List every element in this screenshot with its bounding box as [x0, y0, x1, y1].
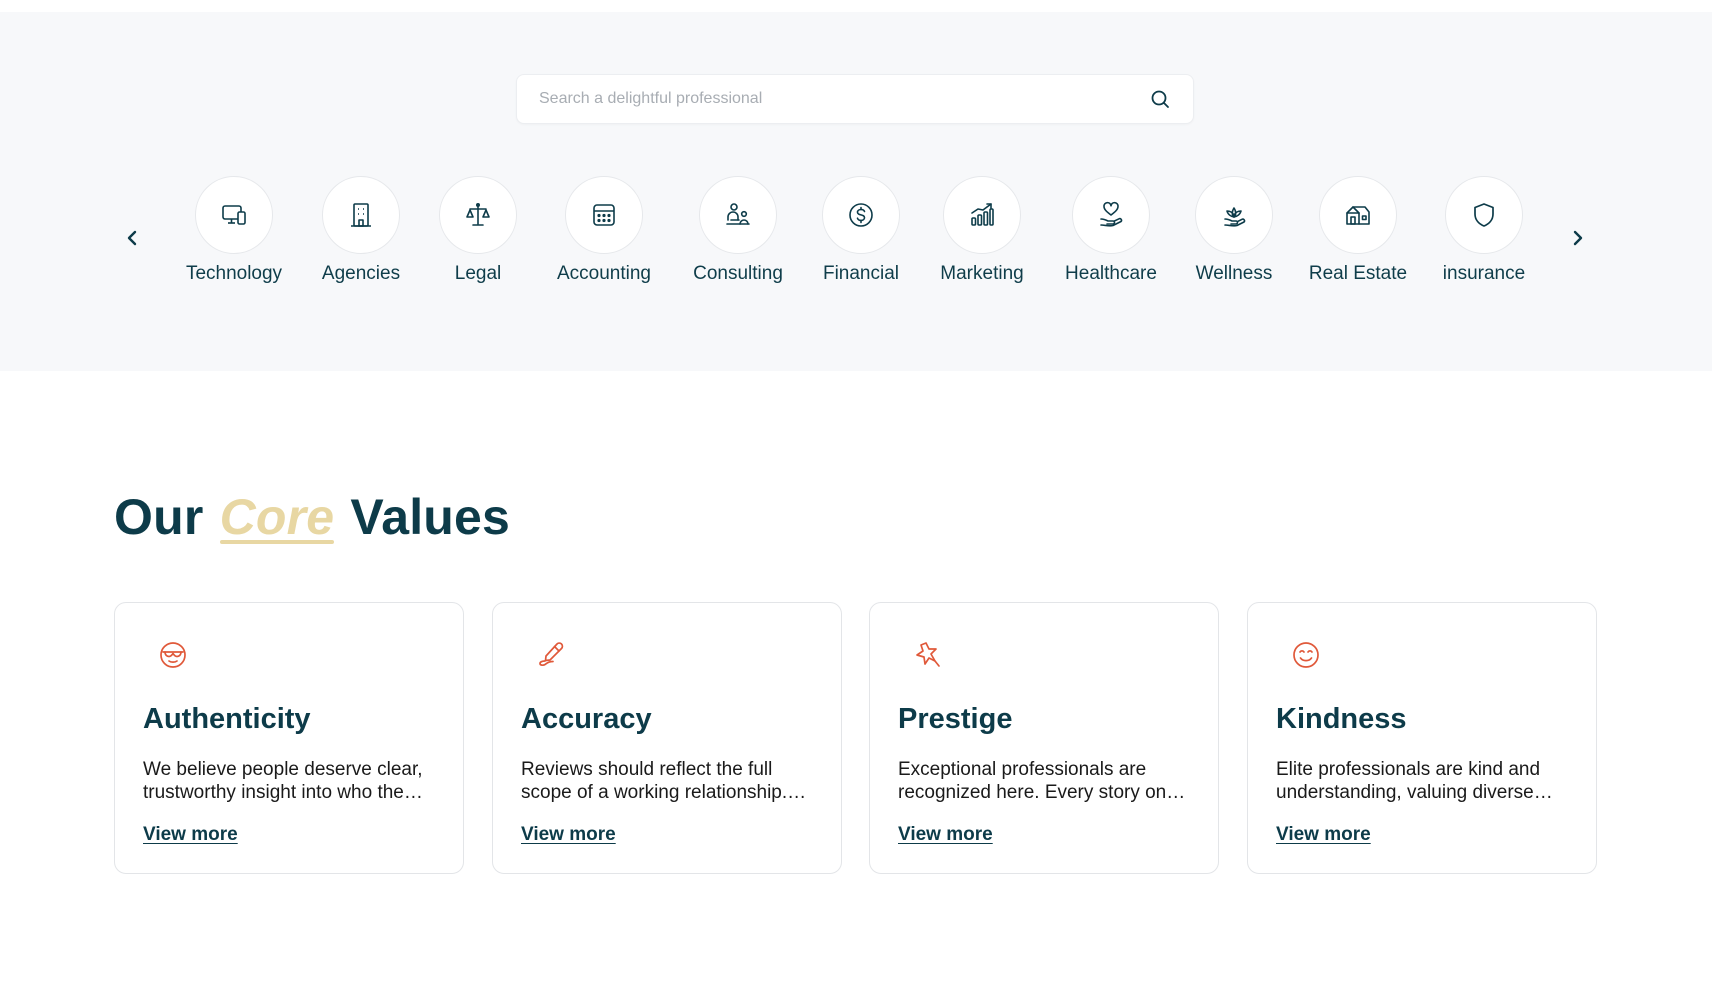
view-more-link[interactable]: View more [898, 824, 993, 846]
growth-chart-icon [971, 203, 994, 226]
category-wellness[interactable]: Wellness [1164, 176, 1304, 285]
category-accounting[interactable]: Accounting [534, 176, 674, 285]
value-card-kindness: Kindness Elite professionals are kind an… [1247, 602, 1597, 874]
card-title: Accuracy [521, 703, 652, 735]
value-card-prestige: Prestige Exceptional professionals are r… [869, 602, 1219, 874]
category-icon-circle [1445, 176, 1523, 254]
view-more-link[interactable]: View more [1276, 824, 1371, 846]
carousel-prev-button[interactable] [120, 224, 144, 252]
category-label: Wellness [1195, 263, 1273, 284]
category-icon-circle [195, 176, 273, 254]
category-icon-circle [439, 176, 517, 254]
value-card-accuracy: Accuracy Reviews should reflect the full… [492, 602, 842, 874]
heading-accent-word: Core [219, 489, 335, 545]
category-label: Agencies [321, 263, 401, 284]
lotus-icon [1224, 207, 1246, 227]
category-label: Marketing [940, 263, 1024, 284]
value-card-authenticity: Authenticity We believe people deserve c… [114, 602, 464, 874]
pen-icon [539, 642, 564, 666]
category-technology[interactable]: Technology [164, 176, 304, 285]
view-more-link[interactable]: View more [521, 824, 616, 846]
heading-word-our: Our [114, 489, 204, 545]
card-description: Elite professionals are kind and underst… [1276, 759, 1553, 803]
category-legal[interactable]: Legal [408, 176, 548, 285]
view-more-link[interactable]: View more [143, 824, 238, 846]
star-burst-icon [916, 642, 940, 667]
hero-section: Technology Agencies Legal Accounting [0, 12, 1712, 371]
category-icon-circle [1072, 176, 1150, 254]
category-label: insurance [1442, 263, 1526, 284]
shield-icon [1474, 203, 1494, 227]
dollar-coin-icon [849, 203, 873, 227]
core-values-heading: Our Core Values [114, 488, 510, 546]
category-label: Financial [822, 263, 900, 284]
category-icon-circle [943, 176, 1021, 254]
card-description: Exceptional professionals are recognized… [898, 759, 1186, 803]
consulting-icon [726, 203, 750, 225]
category-label: Consulting [693, 263, 783, 284]
chevron-right-icon [1573, 230, 1583, 246]
card-title: Prestige [898, 703, 1013, 735]
category-label: Accounting [556, 263, 651, 284]
category-label: Technology [185, 263, 283, 284]
search-input[interactable] [539, 90, 1149, 108]
category-icon-circle [699, 176, 777, 254]
card-description: Reviews should reflect the full scope of… [521, 759, 807, 803]
category-healthcare[interactable]: Healthcare [1041, 176, 1181, 285]
heading-word-values: Values [350, 489, 511, 545]
search-bar[interactable] [516, 74, 1194, 124]
card-description: We believe people deserve clear, trustwo… [143, 759, 423, 803]
mask-face-icon [160, 642, 186, 668]
calculator-icon [593, 204, 615, 226]
category-icon-circle [1319, 176, 1397, 254]
category-icon-circle [822, 176, 900, 254]
heart-hand-icon [1100, 201, 1123, 227]
carousel-next-button[interactable] [1566, 224, 1590, 252]
house-icon [1346, 206, 1370, 225]
search-icon[interactable] [1149, 88, 1171, 110]
category-label: Real Estate [1308, 263, 1408, 284]
scales-icon [466, 202, 490, 226]
category-label: Healthcare [1065, 263, 1157, 284]
category-insurance[interactable]: insurance [1414, 176, 1554, 285]
building-icon [351, 203, 371, 227]
category-icon-circle [565, 176, 643, 254]
category-label: Legal [454, 263, 502, 284]
smile-face-icon [1293, 642, 1319, 668]
category-real-estate[interactable]: Real Estate [1288, 176, 1428, 285]
card-title: Authenticity [143, 703, 311, 735]
category-financial[interactable]: Financial [791, 176, 931, 285]
category-consulting[interactable]: Consulting [668, 176, 808, 285]
category-icon-circle [322, 176, 400, 254]
category-marketing[interactable]: Marketing [912, 176, 1052, 285]
card-title: Kindness [1276, 703, 1407, 735]
chevron-left-icon [127, 230, 137, 246]
category-icon-circle [1195, 176, 1273, 254]
devices-icon [222, 205, 246, 225]
top-strip [0, 0, 1712, 12]
